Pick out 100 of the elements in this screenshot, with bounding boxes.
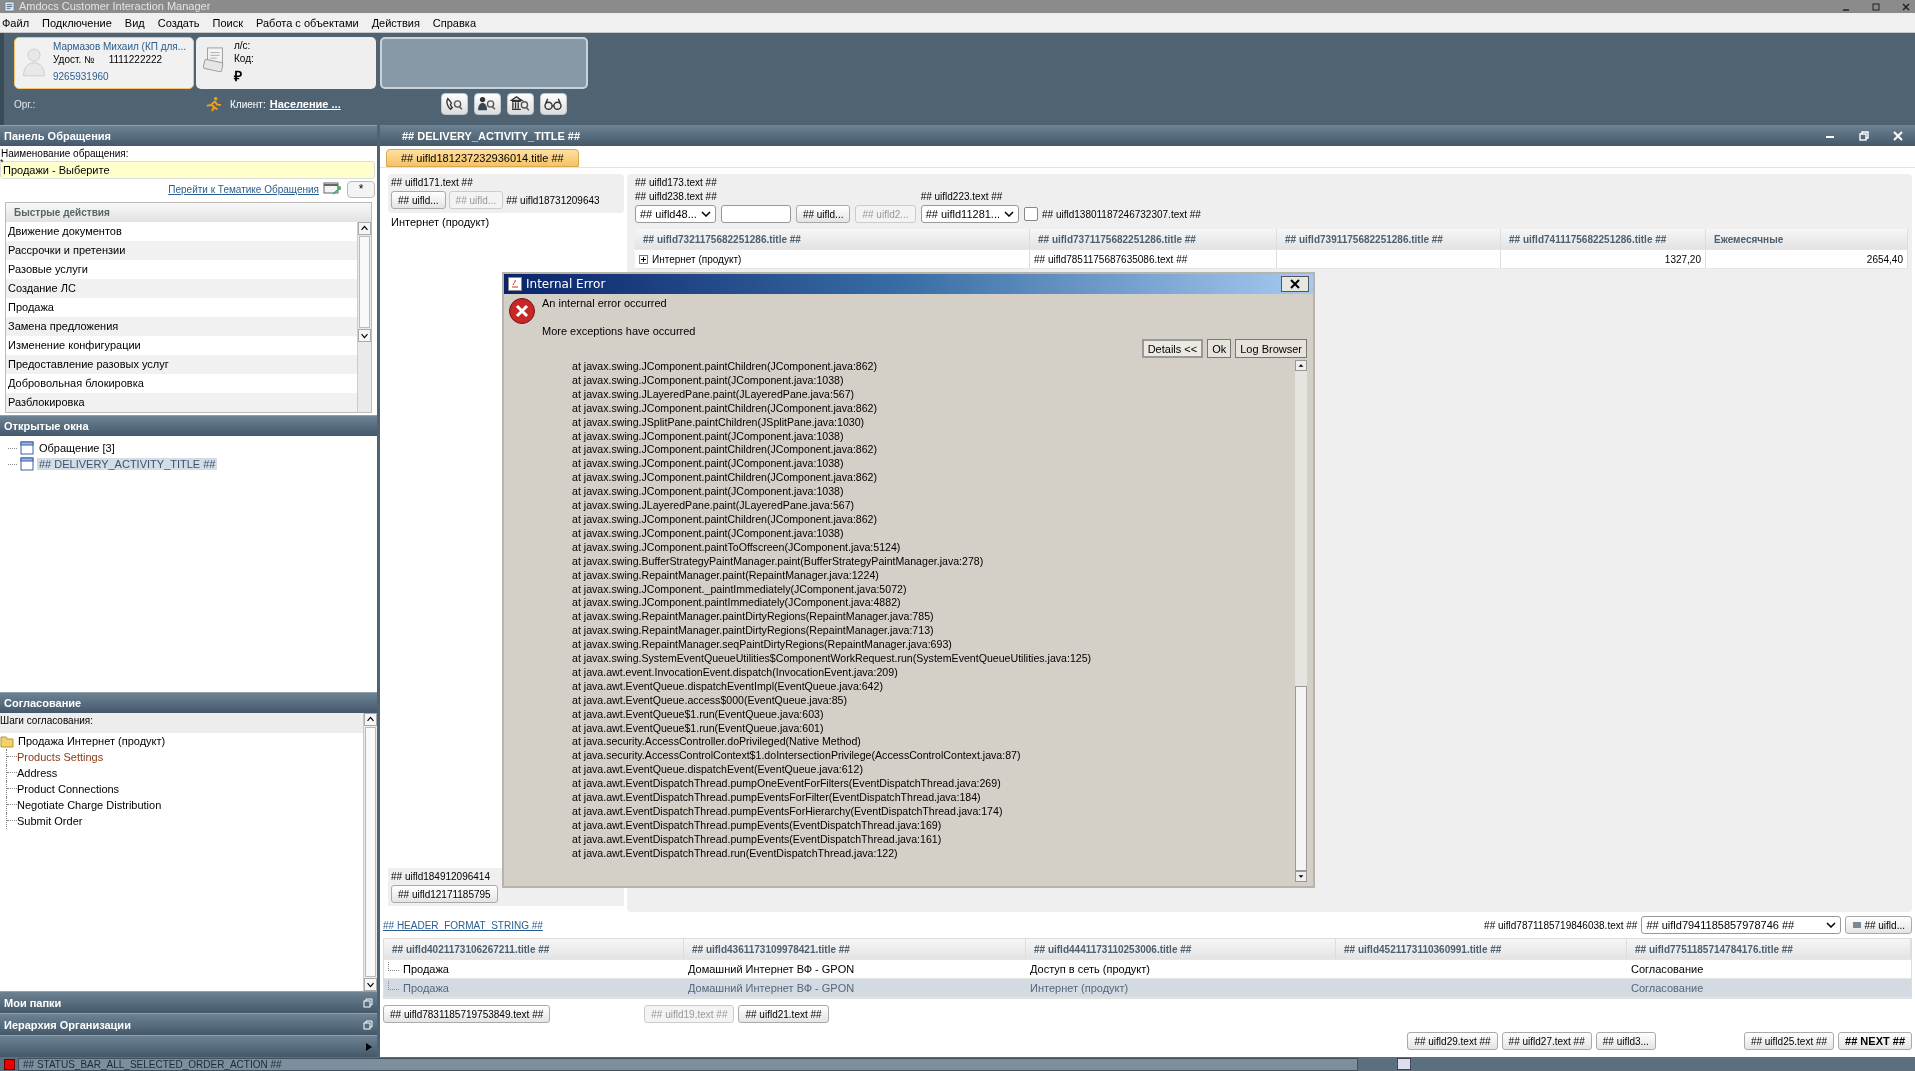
scrollbar[interactable]: [1295, 360, 1307, 882]
scrollbar[interactable]: [363, 712, 377, 991]
action-button[interactable]: ## uifld21.text ##: [738, 1005, 829, 1023]
org-label: Орг.:: [14, 98, 37, 110]
approval-step[interactable]: Address: [17, 766, 58, 779]
nav-button[interactable]: ## NEXT ##: [1838, 1032, 1912, 1050]
field-label: ## uifld7871185719846038.text ##: [1484, 919, 1638, 931]
expand-toggle[interactable]: [639, 254, 648, 264]
scroll-down-icon[interactable]: [364, 978, 377, 991]
scroll-down-icon[interactable]: [1295, 871, 1307, 882]
icon-button[interactable]: ## uifld...: [1845, 916, 1912, 934]
menu-item[interactable]: Подключение: [42, 16, 112, 29]
id-number: 1111222222: [108, 54, 163, 65]
bank-search-button[interactable]: [506, 93, 534, 115]
approval-step[interactable]: Negotiate Charge Distribution: [17, 798, 162, 811]
column-header[interactable]: ## uifld7751185714784176.title ##: [1627, 939, 1911, 959]
column-header[interactable]: ## uifld7321175682251286.title ##: [635, 229, 1030, 249]
nav-button[interactable]: ## uifld3...: [1595, 1032, 1656, 1050]
menu-item[interactable]: Файл: [2, 16, 30, 29]
inquiry-name-field[interactable]: Продажи - Выберите: [0, 161, 375, 179]
header-link[interactable]: ## HEADER_FORMAT_STRING ##: [383, 919, 543, 931]
approval-step[interactable]: Submit Order: [17, 814, 83, 827]
action-button[interactable]: ## uifld7831185719753849.text ##: [383, 1005, 551, 1023]
stack-trace-line: at javax.swing.JComponent.paintToOffscreen(JComponent.java:5124): [572, 540, 902, 555]
table-row[interactable]: Продажа Домашний Интернет ВФ - GPON Доступ в сеть (продукт) Согласование: [384, 960, 1911, 979]
product-item[interactable]: Интернет (продукт): [388, 213, 624, 231]
customer-name[interactable]: Мармазов Михаил (КП для...: [53, 41, 187, 52]
menu-item[interactable]: Вид: [124, 16, 145, 29]
dialog-button[interactable]: Details <<: [1141, 339, 1204, 358]
field-label: ## uifld173.text ##: [635, 177, 718, 188]
scroll-up-icon[interactable]: [1295, 360, 1307, 371]
status-indicator-icon: [4, 1058, 15, 1070]
scroll-up-icon[interactable]: [358, 222, 371, 235]
column-header[interactable]: ## uifld4361173109978421.title ##: [684, 939, 1026, 959]
phone-number: 9265931960: [53, 71, 110, 82]
collapsed-panel-header[interactable]: Иерархия Организации: [0, 1013, 377, 1035]
restore-icon[interactable]: [363, 997, 373, 1008]
menu-item[interactable]: Действия: [371, 16, 420, 29]
text-field[interactable]: [720, 205, 791, 223]
approval-step[interactable]: Product Connections: [17, 782, 120, 795]
quick-action-item[interactable]: Разблокировка: [6, 393, 357, 412]
restore-icon[interactable]: [1859, 130, 1869, 141]
folder-icon: [0, 733, 14, 748]
window-arrow-icon[interactable]: [323, 181, 343, 197]
tab[interactable]: ## uifld181237232936014.title ##: [386, 149, 579, 167]
quick-action-item[interactable]: Замена предложения: [6, 317, 357, 336]
expand-arrow-icon[interactable]: [365, 1041, 373, 1052]
dialog-button[interactable]: Ok: [1207, 339, 1232, 358]
glasses-button[interactable]: [539, 93, 567, 115]
column-header[interactable]: ## uifld7371175682251286.title ##: [1030, 229, 1277, 249]
close-button[interactable]: [1281, 276, 1309, 292]
star-button[interactable]: *: [347, 180, 375, 198]
approval-root-item[interactable]: Продажа Интернет (продукт): [18, 734, 166, 747]
stack-trace-line: at java.awt.EventDispatchThread.pumpEvents(EventDispatchThread.java:161): [572, 832, 943, 847]
dialog-button[interactable]: Log Browser: [1235, 339, 1307, 358]
column-header[interactable]: ## uifld4021173106267211.title ##: [384, 939, 684, 959]
stack-trace-line: at javax.swing.RepaintManager.paint(RepaintManager.java:1224): [572, 568, 880, 583]
column-header[interactable]: ## uifld4441173110253006.title ##: [1026, 939, 1336, 959]
scroll-down-icon[interactable]: [358, 329, 371, 342]
column-header[interactable]: Ежемесячные: [1706, 229, 1908, 249]
open-window-item[interactable]: Обращение [3]: [37, 442, 117, 454]
maximize-icon[interactable]: [1871, 1, 1881, 12]
action-button[interactable]: ## uifld...: [391, 191, 446, 209]
status-text: ## STATUS_BAR_ALL_SELECTED_ORDER_ACTION ##: [18, 1057, 1358, 1071]
error-icon: [508, 297, 536, 325]
nav-button[interactable]: ## uifld27.text ##: [1501, 1032, 1592, 1050]
restore-icon[interactable]: [363, 1019, 373, 1030]
quick-action-item[interactable]: Предоставление разовых услуг: [6, 355, 357, 374]
menu-item[interactable]: Работа с объектами: [256, 16, 359, 29]
approval-step[interactable]: Products Settings: [17, 750, 104, 763]
menu-item[interactable]: Поиск: [212, 16, 243, 29]
column-header[interactable]: ## uifld7391175682251286.title ##: [1277, 229, 1501, 249]
collapsed-panel-header[interactable]: Мои папки: [0, 991, 377, 1013]
checkbox[interactable]: [1024, 207, 1039, 221]
nav-button[interactable]: ## uifld29.text ##: [1407, 1032, 1498, 1050]
menu-item[interactable]: Справка: [432, 16, 476, 29]
chevron-down-icon: [1004, 211, 1015, 217]
stack-trace-line: at java.awt.EventDispatchThread.pumpEventsForFilter(EventDispatchThread.java:184): [572, 791, 982, 805]
person-search-button[interactable]: [473, 93, 501, 115]
quick-action-item[interactable]: Создание ЛС: [6, 279, 357, 298]
table-row[interactable]: Продажа Домашний Интернет ВФ - GPON Интернет (продукт) Согласование: [384, 979, 1911, 998]
action-button[interactable]: ## uifld12171185795: [391, 885, 498, 903]
open-window-item[interactable]: ## DELIVERY_ACTIVITY_TITLE ##: [37, 458, 218, 470]
dropdown[interactable]: ## uifld11281...: [920, 205, 1020, 223]
close-icon[interactable]: [1901, 1, 1911, 12]
client-link[interactable]: Население ...: [269, 98, 341, 110]
stack-trace-line: at javax.swing.JComponent.paint(JComponent.java:1038): [572, 526, 845, 541]
action-button[interactable]: ## uifld...: [795, 205, 851, 223]
column-header[interactable]: ## uifld7411175682251286.title ##: [1501, 229, 1706, 249]
scrollbar[interactable]: [357, 222, 371, 412]
nav-button[interactable]: ## uifld25.text ##: [1743, 1032, 1835, 1050]
phone-search-button[interactable]: [440, 93, 468, 115]
stack-trace-line: at javax.swing.JComponent.paint(JComponent.java:1038): [572, 429, 845, 444]
dropdown[interactable]: ## uifld48...: [635, 205, 716, 223]
topic-link[interactable]: Перейти к Тематике Обращения: [168, 183, 319, 195]
quick-action-item[interactable]: Рассрочки и претензии: [6, 241, 357, 260]
column-header[interactable]: ## uifld4521173110360991.title ##: [1336, 939, 1627, 959]
menu-item[interactable]: Создать: [157, 16, 200, 29]
dropdown[interactable]: ## uifld7941185857978746 ##: [1641, 916, 1842, 934]
app-icon: [4, 1, 15, 12]
